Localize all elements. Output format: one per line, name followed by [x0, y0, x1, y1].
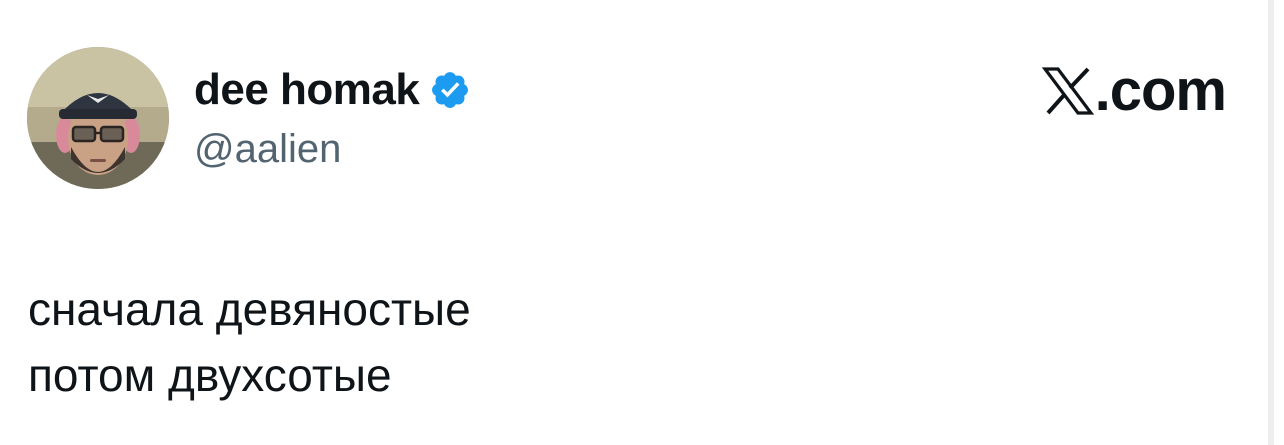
tweet-line: потом двухсотые — [28, 349, 392, 401]
avatar-photo — [27, 47, 169, 189]
verified-badge-icon — [432, 72, 469, 108]
brand-domain-text: .com — [1094, 58, 1227, 123]
tweet-card: dee homak @aalien .com сначала девяносты… — [0, 0, 1284, 445]
author-handle[interactable]: @aalien — [194, 124, 341, 174]
tweet-body: сначала девяностые потом двухсотые — [28, 276, 471, 408]
author-name-row: dee homak — [194, 64, 471, 116]
x-logo-icon — [1041, 67, 1094, 115]
scrollbar[interactable] — [1268, 0, 1274, 445]
author-display-name[interactable]: dee homak — [194, 64, 420, 116]
avatar[interactable] — [27, 47, 169, 189]
tweet-line: сначала девяностые — [28, 283, 471, 335]
brand-mark: .com — [1041, 56, 1227, 126]
